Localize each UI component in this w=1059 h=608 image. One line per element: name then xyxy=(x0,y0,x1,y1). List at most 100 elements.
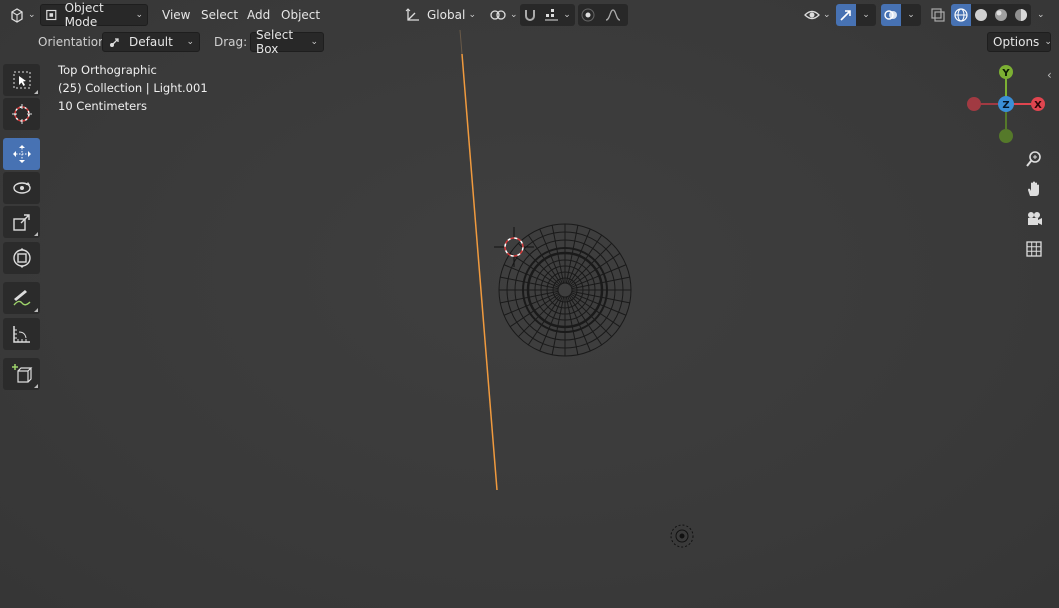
3d-cursor xyxy=(494,227,534,267)
gizmo-neg-y xyxy=(999,129,1013,143)
tool-scale[interactable] xyxy=(3,206,40,238)
tool-move[interactable] xyxy=(3,138,40,170)
options-label: Options xyxy=(993,35,1040,49)
chevron-down-icon: ⌄ xyxy=(1037,10,1045,20)
shading-wireframe-button[interactable] xyxy=(951,4,971,26)
overlay-circles-icon xyxy=(884,10,897,20)
tool-add-cube[interactable] xyxy=(3,358,40,390)
chevron-down-icon: ⌄ xyxy=(310,37,318,47)
tool-select-box[interactable] xyxy=(3,64,40,96)
rotate-icon xyxy=(12,182,31,194)
shading-rendered-button[interactable] xyxy=(1011,4,1031,26)
visibility-dropdown[interactable]: ⌄ xyxy=(800,4,835,26)
add-cube-icon xyxy=(11,364,32,383)
navigation-gizmo[interactable]: Y X Z xyxy=(961,62,1051,148)
move-arrows-icon xyxy=(12,145,31,163)
pivot-link-icon xyxy=(490,10,506,20)
drag-setting-dropdown[interactable]: Select Box ⌄ xyxy=(250,28,324,56)
rendered-sphere-icon xyxy=(1015,9,1027,21)
orientation-axes-icon xyxy=(405,8,419,21)
gizmo-toggle[interactable] xyxy=(836,4,856,26)
menu-add[interactable]: Add xyxy=(245,4,272,26)
shading-solid-button[interactable] xyxy=(971,4,991,26)
editor-type-button[interactable]: ⌄ xyxy=(5,4,40,26)
zoom-button[interactable] xyxy=(1021,146,1047,172)
tool-rotate[interactable] xyxy=(3,172,40,204)
snapping-group: ⌄ xyxy=(520,4,575,26)
overlay-toggle[interactable] xyxy=(881,4,901,26)
snap-magnet-icon xyxy=(525,10,535,21)
falloff-curve-icon xyxy=(605,9,621,21)
snap-target-dropdown[interactable]: ⌄ xyxy=(540,4,575,26)
measure-ruler-icon xyxy=(12,326,30,343)
pivot-point-dropdown[interactable]: ⌄ xyxy=(485,4,522,26)
chevron-down-icon: ⌄ xyxy=(186,37,194,47)
ortho-toggle-button[interactable] xyxy=(1021,236,1047,262)
orientation-setting-dropdown[interactable]: Default ⌄ xyxy=(102,32,200,52)
menu-view[interactable]: View xyxy=(160,4,192,26)
object-mode-icon xyxy=(46,9,57,21)
options-dropdown[interactable]: Options ⌄ xyxy=(987,32,1052,52)
camera-view-button[interactable] xyxy=(1021,206,1047,232)
chevron-down-icon: ⌄ xyxy=(135,10,143,20)
orientation-setting-value: Default xyxy=(129,35,173,49)
chevron-down-icon: ⌄ xyxy=(823,10,831,20)
shading-mode-group xyxy=(951,4,1031,26)
view-name-text: Top Orthographic xyxy=(58,63,157,77)
orientation-gizmo-icon xyxy=(110,38,119,47)
sidebar-toggle-arrow[interactable]: ‹ xyxy=(1047,68,1052,82)
gizmo-dropdown[interactable]: ⌄ xyxy=(856,4,876,26)
menu-object[interactable]: Object xyxy=(279,4,322,26)
solid-sphere-icon xyxy=(975,9,987,21)
orientation-label: Global xyxy=(427,8,466,22)
mode-label: Object Mode xyxy=(64,1,104,29)
scale-icon xyxy=(12,214,30,231)
select-box-icon xyxy=(13,71,30,89)
transform-orientation-dropdown[interactable]: Global ⌄ xyxy=(400,4,480,26)
grid-icon xyxy=(1026,241,1042,257)
light-object xyxy=(670,524,694,548)
chevron-down-icon: ⌄ xyxy=(1044,37,1052,47)
zoom-magnifier-icon xyxy=(1026,151,1041,167)
xray-icon xyxy=(931,8,945,22)
eye-icon xyxy=(804,10,820,20)
gizmo-z-label: Z xyxy=(1002,100,1009,111)
tool-annotate[interactable] xyxy=(3,282,40,314)
drag-setting-value: Select Box xyxy=(256,28,294,56)
collection-info-text: (25) Collection | Light.001 xyxy=(58,81,208,95)
xray-toggle[interactable] xyxy=(927,4,949,26)
gizmo-arrow-icon xyxy=(840,10,851,21)
proportional-edit-toggle[interactable] xyxy=(578,4,598,26)
transform-icon xyxy=(12,248,31,268)
menu-select[interactable]: Select xyxy=(199,4,240,26)
pan-button[interactable] xyxy=(1021,176,1047,202)
tool-cursor[interactable] xyxy=(3,98,40,130)
3d-viewport[interactable]: ⌄ Object Mode ⌄ View Select Add Object G… xyxy=(0,0,1059,608)
tool-settings-bar: Orientation: Default ⌄ Drag: Select Box … xyxy=(0,28,1059,56)
mode-dropdown[interactable]: Object Mode ⌄ xyxy=(40,1,148,29)
overlay-group: ⌄ xyxy=(881,4,921,26)
shading-material-button[interactable] xyxy=(991,4,1011,26)
shading-dropdown[interactable]: ⌄ xyxy=(1033,4,1049,26)
chevron-down-icon: ⌄ xyxy=(563,10,571,20)
proportional-edit-group xyxy=(578,4,628,26)
tool-measure[interactable] xyxy=(3,318,40,350)
gizmo-group: ⌄ xyxy=(836,4,876,26)
chevron-down-icon: ⌄ xyxy=(907,10,915,20)
snap-increment-icon xyxy=(545,9,559,21)
chevron-down-icon: ⌄ xyxy=(28,10,36,20)
camera-icon xyxy=(1028,212,1042,225)
drag-setting-label: Drag: xyxy=(214,35,248,49)
tool-transform[interactable] xyxy=(3,242,40,274)
chevron-down-icon: ⌄ xyxy=(862,10,870,20)
gizmo-x-label: X xyxy=(1034,100,1042,111)
material-sphere-icon xyxy=(995,9,1007,21)
overlay-dropdown[interactable]: ⌄ xyxy=(901,4,921,26)
view3d-icon xyxy=(11,8,23,23)
grid-scale-text: 10 Centimeters xyxy=(58,99,147,113)
falloff-dropdown[interactable] xyxy=(598,4,628,26)
proportional-dot-icon xyxy=(581,8,595,22)
chevron-down-icon: ⌄ xyxy=(468,10,476,20)
wireframe-sphere xyxy=(498,223,632,357)
snap-toggle[interactable] xyxy=(520,4,540,26)
